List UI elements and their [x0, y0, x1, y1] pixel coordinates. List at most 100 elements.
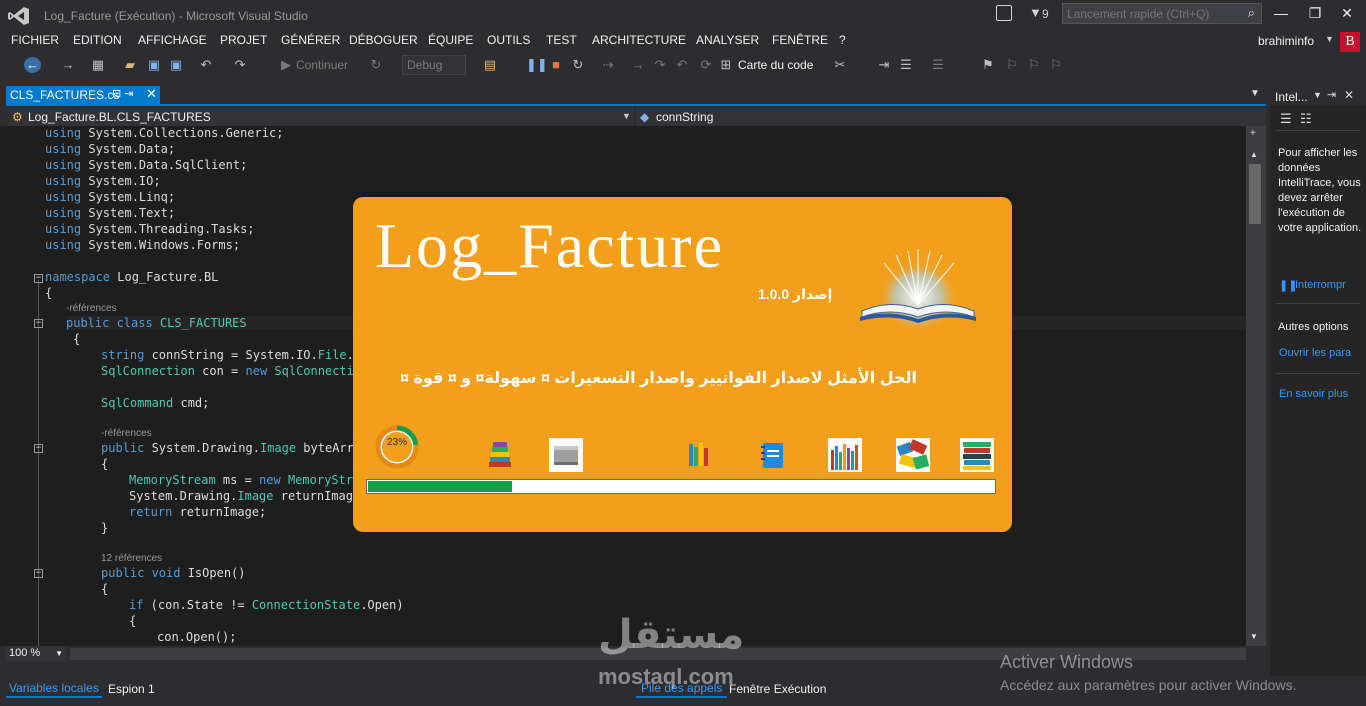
app-title: Log_Facture — [375, 210, 724, 281]
menu-outils[interactable]: OUTILS — [487, 33, 530, 47]
books-stack-icon — [489, 442, 511, 467]
collapse-toggle[interactable]: − — [34, 319, 43, 328]
comment-icon[interactable]: ☰ — [898, 57, 914, 73]
quick-launch-input[interactable] — [1067, 6, 1237, 21]
menu-deboguer[interactable]: DÉBOGUER — [349, 33, 418, 47]
tab-watch[interactable]: Espion 1 — [108, 682, 155, 696]
new-project-icon[interactable]: ▦ — [90, 57, 106, 73]
splash-screen: Log_Facture إصدار 1.0.0 الحل الأمثل لاصد… — [353, 197, 1012, 532]
code-line: public System.Drawing.Image byteArra — [101, 441, 362, 455]
step-out-icon[interactable]: ↶ — [674, 57, 690, 73]
process-icon[interactable]: ▤ — [482, 57, 498, 73]
close-button[interactable]: ✕ — [1334, 4, 1360, 24]
close-icon[interactable]: ✕ — [1344, 88, 1354, 102]
tab-locals[interactable]: Variables locales — [6, 680, 102, 698]
notifications-icon[interactable] — [996, 5, 1012, 21]
save-icon[interactable]: ▣ — [146, 57, 162, 73]
continue-icon[interactable]: ▶ — [278, 57, 294, 73]
solution-configuration-select[interactable]: Debug — [402, 55, 466, 75]
exceptions-icon[interactable]: ✂ — [832, 57, 848, 73]
quick-launch-box[interactable]: ⌕ — [1062, 3, 1262, 24]
collapse-toggle[interactable]: − — [34, 569, 43, 578]
list-view-icon[interactable]: ☰ — [1280, 111, 1292, 127]
type-navigation-dropdown[interactable]: ⚙ Log_Facture.BL.CLS_FACTURES ▼ — [8, 108, 634, 126]
clear-bookmarks-icon[interactable]: ⚐ — [1048, 57, 1064, 73]
step-over-icon[interactable]: ↷ — [652, 57, 668, 73]
navigate-forward-icon[interactable]: → — [60, 57, 76, 73]
collapse-toggle[interactable]: − — [34, 444, 43, 453]
menu-generer[interactable]: GÉNÉRER — [281, 33, 340, 47]
menu-equipe[interactable]: ÉQUIPE — [428, 33, 473, 47]
menu-affichage[interactable]: AFFICHAGE — [138, 33, 207, 47]
menu-fenetre[interactable]: FENÊTRE — [772, 33, 828, 47]
close-tab-icon[interactable]: ✕ — [146, 86, 157, 102]
code-line: MemoryStream ms = new MemoryStre — [129, 473, 361, 487]
menu-edition[interactable]: EDITION — [73, 33, 122, 47]
scroll-down-icon[interactable]: ▼ — [1250, 632, 1258, 641]
pin-icon[interactable]: ⇥ — [1327, 88, 1336, 101]
learn-more-link[interactable]: En savoir plus — [1279, 388, 1348, 400]
code-line: using System.Collections.Generic; — [45, 126, 284, 140]
code-line: using System.Linq; — [45, 190, 176, 204]
menu-help[interactable]: ? — [839, 33, 846, 47]
code-line: { — [101, 457, 109, 471]
code-line: System.Drawing.Image returnImage — [129, 489, 361, 503]
break-all-icon[interactable]: ❚❚ — [526, 57, 548, 73]
code-map-button[interactable]: Carte du code — [738, 58, 813, 72]
menu-projet[interactable]: PROJET — [220, 33, 267, 47]
bookmark-icon[interactable]: ⚑ — [980, 57, 996, 73]
code-line: return returnImage; — [129, 505, 267, 519]
split-editor-icon[interactable]: + — [1250, 128, 1256, 139]
prev-bookmark-icon[interactable]: ⚐ — [1004, 57, 1020, 73]
pin-tab-icon[interactable]: ⊡ ⇥ — [112, 87, 134, 100]
menu-fichier[interactable]: FICHIER — [11, 33, 59, 47]
code-line: using System.Data.SqlClient; — [45, 158, 248, 172]
account-name[interactable]: brahiminfo — [1258, 34, 1314, 48]
scrollbar-thumb[interactable] — [1249, 164, 1261, 224]
codelens-references[interactable]: -références — [101, 428, 152, 439]
codelens-references[interactable]: -références — [66, 303, 117, 314]
menu-test[interactable]: TEST — [546, 33, 577, 47]
feedback-flag-icon[interactable]: ▼ — [1029, 5, 1042, 20]
break-all-link[interactable]: Interrompr — [1295, 279, 1346, 291]
tab-immediate[interactable]: Fenêtre Exécution — [729, 682, 826, 696]
undo-icon[interactable]: ↶ — [198, 57, 214, 73]
code-line: { — [45, 286, 53, 300]
refresh-icon[interactable]: ↻ — [368, 57, 384, 73]
next-bookmark-icon[interactable]: ⚐ — [1026, 57, 1042, 73]
uncomment-icon[interactable]: ☰ — [930, 57, 946, 73]
tree-view-icon[interactable]: ☷ — [1300, 111, 1312, 127]
code-map-icon[interactable]: ⊞ — [718, 57, 734, 73]
watermark-site: mostaql.com — [598, 664, 734, 689]
open-file-icon[interactable]: ▰ — [122, 57, 138, 73]
hot-reload-icon[interactable]: ⟳ — [698, 57, 714, 73]
panel-options-icon[interactable]: ▼ — [1313, 90, 1322, 100]
codelens-references[interactable]: 12 références — [101, 553, 162, 564]
code-line: { — [73, 332, 81, 346]
save-all-icon[interactable]: ▣ — [168, 57, 184, 73]
account-dropdown-icon[interactable]: ▼ — [1325, 34, 1334, 44]
open-settings-link[interactable]: Ouvrir les para — [1279, 347, 1351, 359]
restore-button[interactable]: ❐ — [1302, 4, 1328, 24]
navigate-back-icon[interactable]: ← — [24, 57, 41, 73]
redo-icon[interactable]: ↷ — [232, 57, 248, 73]
code-line: using System.Threading.Tasks; — [45, 222, 255, 236]
search-icon[interactable]: ⌕ — [1248, 5, 1255, 21]
menu-architecture[interactable]: ARCHITECTURE — [592, 33, 686, 47]
scroll-up-icon[interactable]: ▲ — [1250, 150, 1258, 159]
stop-debugging-icon[interactable]: ■ — [548, 57, 564, 73]
tab-list-dropdown-icon[interactable]: ▼ — [1250, 88, 1260, 99]
tab-cls-factures[interactable]: CLS_FACTURES.cs ⊡ ⇥ ✕ — [6, 86, 160, 104]
collapse-toggle[interactable]: − — [34, 274, 43, 283]
restart-icon[interactable]: ↻ — [570, 57, 586, 73]
open-book-icon — [860, 249, 976, 329]
member-navigation-dropdown[interactable]: ◆ connString — [636, 108, 1266, 126]
minimize-button[interactable]: — — [1268, 4, 1294, 24]
zoom-select[interactable]: 100 % ▼ — [6, 646, 66, 662]
step-into-icon[interactable]: → — [630, 57, 646, 73]
avatar[interactable]: B — [1340, 32, 1360, 52]
show-next-statement-icon[interactable]: ⇢ — [600, 57, 616, 73]
indent-icon[interactable]: ⇥ — [876, 57, 892, 73]
menu-analyser[interactable]: ANALYSER — [696, 33, 759, 47]
continue-button[interactable]: Continuer — [296, 58, 348, 72]
